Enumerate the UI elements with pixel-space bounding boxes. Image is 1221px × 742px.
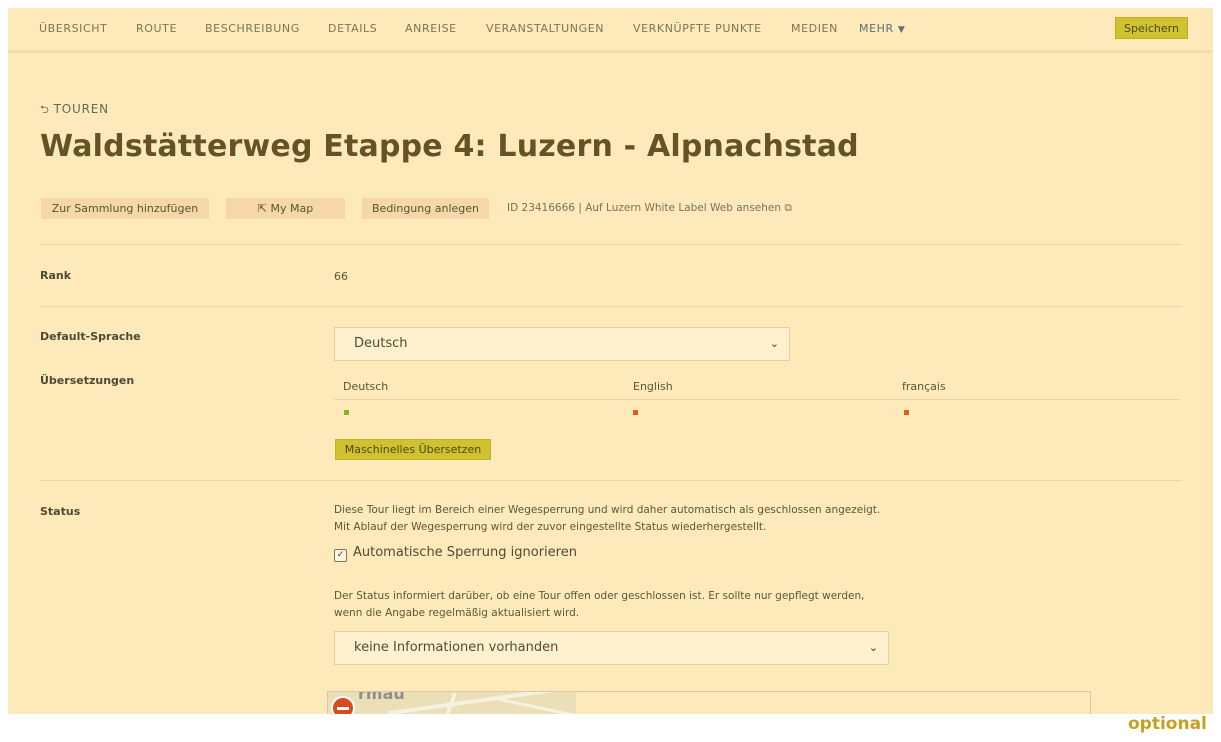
status-value: keine Informationen vorhanden: [354, 640, 559, 655]
nav-verknuepfte-punkte[interactable]: VERKNÜPFTE PUNKTE: [633, 22, 762, 35]
closure-info-text: Diese Tour liegt im Bereich einer Wegesp…: [334, 504, 881, 533]
nav-more[interactable]: MEHR ▼: [859, 22, 905, 35]
add-to-collection-button[interactable]: Zur Sammlung hinzufügen: [41, 198, 209, 219]
map-road: [498, 697, 576, 714]
nav-uebersicht[interactable]: ÜBERSICHT: [39, 22, 108, 35]
ignore-closure-label: Automatische Sperrung ignorieren: [353, 545, 577, 560]
translations-label: Übersetzungen: [40, 374, 135, 387]
share-out-icon: ⇱: [257, 202, 267, 215]
view-on-web-link[interactable]: | Auf Luzern White Label Web ansehen ⧉: [578, 202, 792, 214]
nav-veranstaltungen[interactable]: VERANSTALTUNGEN: [486, 22, 604, 35]
status-select[interactable]: keine Informationen vorhanden ⌄: [334, 631, 889, 665]
my-map-button[interactable]: ⇱ My Map: [226, 198, 345, 219]
no-entry-icon[interactable]: [331, 696, 355, 714]
nav-more-label: MEHR: [859, 22, 894, 35]
status-label: Status: [40, 505, 81, 518]
translation-status-de: [344, 410, 349, 415]
divider: [40, 244, 1182, 245]
translation-status-en: [633, 410, 638, 415]
chevron-down-icon: ⌄: [868, 641, 878, 654]
watermark-label: optional: [1128, 714, 1207, 734]
back-label: TOUREN: [53, 102, 109, 116]
translations-divider: [334, 399, 1181, 400]
rank-label: Rank: [40, 269, 72, 282]
nav-anreise[interactable]: ANREISE: [405, 22, 457, 35]
tour-meta: ID 23416666 | Auf Luzern White Label Web…: [507, 202, 792, 215]
nav-details[interactable]: DETAILS: [328, 22, 377, 35]
caret-down-icon: ▼: [897, 25, 906, 35]
top-navigation: ÜBERSICHT ROUTE BESCHREIBUNG DETAILS ANR…: [8, 8, 1213, 53]
create-condition-button[interactable]: Bedingung anlegen: [362, 198, 489, 219]
nav-beschreibung[interactable]: BESCHREIBUNG: [205, 22, 300, 35]
rank-value: 66: [334, 270, 348, 283]
translation-language-fr: français: [902, 380, 946, 393]
default-language-select[interactable]: Deutsch ⌄: [334, 327, 790, 361]
external-link-icon: ⧉: [784, 202, 792, 214]
undo-arrow-icon: ⮌: [40, 103, 50, 116]
status-info-text: Der Status informiert darüber, ob eine T…: [334, 590, 865, 619]
translation-language-en: English: [633, 380, 673, 393]
ignore-closure-checkbox[interactable]: ✓ Automatische Sperrung ignorieren: [334, 545, 577, 562]
map-place-label: rmau: [358, 692, 405, 703]
nav-medien[interactable]: MEDIEN: [791, 22, 838, 35]
save-button[interactable]: Speichern: [1115, 17, 1188, 39]
default-language-label: Default-Sprache: [40, 330, 141, 343]
page-frame: ÜBERSICHT ROUTE BESCHREIBUNG DETAILS ANR…: [8, 8, 1213, 714]
translation-language-de: Deutsch: [343, 380, 389, 393]
default-language-value: Deutsch: [354, 336, 408, 351]
chevron-down-icon: ⌄: [769, 337, 779, 350]
back-to-tours-link[interactable]: ⮌ TOUREN: [40, 101, 109, 120]
page-title: Waldstätterweg Etappe 4: Luzern - Alpnac…: [40, 129, 859, 164]
divider: [40, 480, 1182, 481]
map-preview[interactable]: rmau: [328, 692, 576, 714]
tour-id: ID 23416666: [507, 202, 575, 214]
translation-status-fr: [904, 410, 909, 415]
nav-route[interactable]: ROUTE: [136, 22, 177, 35]
my-map-label: My Map: [270, 202, 314, 215]
checkmark-icon: ✓: [334, 549, 347, 562]
divider: [40, 306, 1182, 307]
machine-translate-button[interactable]: Maschinelles Übersetzen: [335, 439, 491, 460]
